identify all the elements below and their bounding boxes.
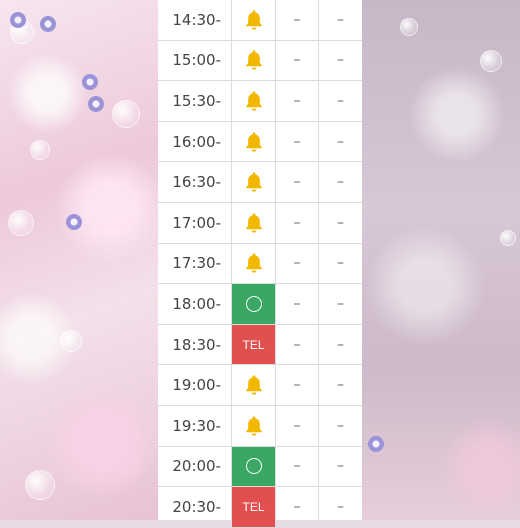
- unavailable-cell: –: [337, 377, 344, 394]
- availability-cell[interactable]: [232, 40, 276, 81]
- availability-cell[interactable]: [232, 284, 276, 324]
- time-slot-label: 15:30-: [158, 81, 232, 121]
- time-slot-label: 20:00-: [158, 446, 232, 487]
- schedule-row: 15:30- – –: [158, 81, 362, 122]
- time-slot-label: 18:30-: [158, 324, 232, 365]
- unavailable-cell: –: [337, 92, 344, 109]
- flower-decoration: [368, 436, 384, 452]
- unavailable-cell: –: [276, 162, 319, 202]
- bubble: [400, 18, 418, 36]
- bell-icon: [244, 415, 264, 437]
- bubble: [112, 100, 140, 128]
- time-slot-label: 15:00-: [158, 40, 232, 81]
- time-slot-label: 18:00-: [158, 284, 232, 324]
- time-slot-label: 19:30-: [158, 405, 232, 446]
- background-right-water: [362, 0, 520, 520]
- unavailable-cell: –: [276, 121, 319, 162]
- unavailable-cell: –: [337, 336, 344, 353]
- flower-decoration: [40, 16, 56, 32]
- bell-icon: [244, 252, 264, 274]
- availability-cell[interactable]: [232, 162, 276, 202]
- unavailable-cell: –: [337, 214, 344, 231]
- unavailable-cell: –: [337, 174, 344, 191]
- unavailable-cell: –: [276, 243, 319, 284]
- unavailable-cell: –: [337, 498, 344, 515]
- schedule-row: 16:00- – –: [158, 121, 362, 163]
- unavailable-cell: –: [337, 295, 344, 312]
- time-slot-label: 16:30-: [158, 162, 232, 202]
- time-slot-label: 16:00-: [158, 121, 232, 162]
- schedule-row: 14:30- – –: [158, 0, 362, 41]
- unavailable-cell: –: [276, 284, 319, 324]
- availability-cell[interactable]: TEL: [232, 324, 276, 365]
- schedule-row: 17:00- – –: [158, 202, 362, 244]
- bell-icon: [244, 374, 264, 396]
- unavailable-cell: –: [276, 446, 319, 487]
- schedule-row: 17:30- – –: [158, 243, 362, 285]
- unavailable-cell: –: [337, 458, 344, 475]
- bubble: [30, 140, 50, 160]
- time-slot-label: 17:00-: [158, 202, 232, 243]
- schedule-row: 18:30- TEL – –: [158, 324, 362, 366]
- unavailable-cell: –: [276, 202, 319, 243]
- unavailable-cell: –: [337, 52, 344, 69]
- unavailable-cell: –: [337, 255, 344, 272]
- availability-cell[interactable]: [232, 121, 276, 162]
- schedule-row: 19:30- – –: [158, 405, 362, 447]
- availability-cell[interactable]: [232, 81, 276, 121]
- bell-icon: [244, 49, 264, 71]
- bubble: [60, 330, 82, 352]
- availability-cell[interactable]: [232, 365, 276, 405]
- available-circle-icon: [245, 295, 262, 312]
- availability-cell[interactable]: [232, 202, 276, 243]
- bell-icon: [244, 90, 264, 112]
- availability-cell[interactable]: TEL: [232, 487, 276, 527]
- unavailable-cell: –: [276, 365, 319, 405]
- tel-label: TEL: [242, 499, 265, 514]
- time-slot-label: 14:30-: [158, 0, 232, 40]
- unavailable-cell: –: [337, 133, 344, 150]
- available-circle-icon: [245, 458, 262, 475]
- bell-icon: [244, 212, 264, 234]
- availability-cell[interactable]: [232, 446, 276, 487]
- bubble: [8, 210, 34, 236]
- flower-decoration: [66, 214, 82, 230]
- flower-decoration: [82, 74, 98, 90]
- time-slot-label: 20:30-: [158, 487, 232, 527]
- bubble: [480, 50, 502, 72]
- time-slot-label: 17:30-: [158, 243, 232, 284]
- schedule-row: 19:00- – –: [158, 365, 362, 406]
- unavailable-cell: –: [337, 417, 344, 434]
- flower-decoration: [10, 12, 26, 28]
- tel-label: TEL: [242, 337, 265, 352]
- bell-icon: [244, 171, 264, 193]
- bubble: [500, 230, 516, 246]
- unavailable-cell: –: [276, 324, 319, 365]
- schedule-row: 20:00- – –: [158, 446, 362, 488]
- schedule-row: 16:30- – –: [158, 162, 362, 203]
- schedule-row: 20:30- TEL – –: [158, 487, 362, 528]
- schedule-row: 15:00- – –: [158, 40, 362, 82]
- unavailable-cell: –: [276, 487, 319, 527]
- availability-cell[interactable]: [232, 243, 276, 284]
- bell-icon: [244, 131, 264, 153]
- unavailable-cell: –: [337, 11, 344, 28]
- unavailable-cell: –: [276, 0, 319, 40]
- bell-icon: [244, 9, 264, 31]
- unavailable-cell: –: [276, 81, 319, 121]
- bubble: [25, 470, 55, 500]
- time-slot-label: 19:00-: [158, 365, 232, 405]
- unavailable-cell: –: [276, 405, 319, 446]
- reservation-schedule-table: 14:30- – – 15:00- – – 15:30- – – 16:00- …: [158, 0, 362, 528]
- background-left-flowers: [0, 0, 158, 520]
- schedule-row: 18:00- – –: [158, 284, 362, 325]
- unavailable-cell: –: [276, 40, 319, 81]
- availability-cell[interactable]: [232, 0, 276, 40]
- availability-cell[interactable]: [232, 405, 276, 446]
- flower-decoration: [88, 96, 104, 112]
